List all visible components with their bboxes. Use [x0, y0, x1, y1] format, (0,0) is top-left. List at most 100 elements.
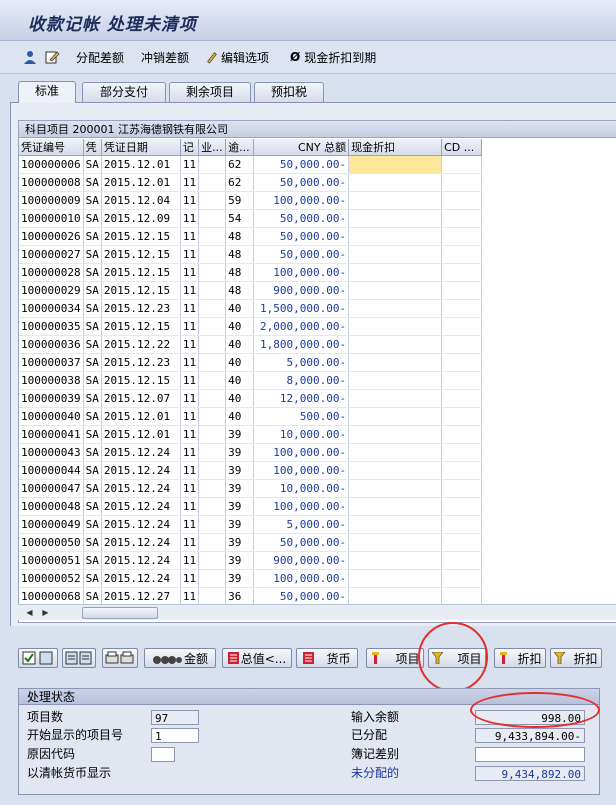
cash-discount-cell[interactable] — [348, 371, 443, 390]
table-row[interactable]: 100000038 SA 2015.12.15 11 40 8,000.00- — [19, 371, 483, 390]
list-button[interactable] — [62, 648, 96, 668]
cash-discount-cell[interactable] — [348, 227, 443, 246]
table-row[interactable]: 100000068 SA 2015.12.27 11 36 50,000.00- — [19, 587, 483, 606]
posting-difference-field[interactable] — [475, 747, 585, 762]
col-cash-discount[interactable]: 现金折扣 — [348, 139, 443, 156]
table-row[interactable]: 100000040 SA 2015.12.01 11 40 500.00- — [19, 407, 483, 426]
doc-date-cell: 2015.12.04 — [101, 191, 181, 210]
cash-discount-cell[interactable] — [348, 515, 443, 534]
table-row[interactable]: 100000010 SA 2015.12.09 11 54 50,000.00- — [19, 209, 483, 228]
table-row[interactable]: 100000039 SA 2015.12.07 11 40 12,000.00- — [19, 389, 483, 408]
cash-discount-cell[interactable] — [348, 299, 443, 318]
cash-discount-cell[interactable] — [348, 389, 443, 408]
cash-discount-cell[interactable] — [348, 497, 443, 516]
cash-discount-cell[interactable] — [348, 191, 443, 210]
table-row[interactable]: 100000049 SA 2015.12.24 11 39 5,000.00- — [19, 515, 483, 534]
cash-discount-cell[interactable] — [348, 461, 443, 480]
table-row[interactable]: 100000050 SA 2015.12.24 11 39 50,000.00- — [19, 533, 483, 552]
doc-type-cell: SA — [83, 245, 102, 264]
col-doc-type[interactable]: 凭 — [83, 139, 102, 156]
table-row[interactable]: 100000006 SA 2015.12.01 11 62 50,000.00- — [19, 155, 483, 174]
cash-discount-cell[interactable] — [348, 209, 443, 228]
doc-number-cell: 100000009 — [19, 191, 84, 210]
table-row[interactable]: 100000008 SA 2015.12.01 11 62 50,000.00- — [19, 173, 483, 192]
cd-cell — [441, 479, 483, 498]
cash-discount-cell[interactable] — [348, 533, 443, 552]
discount-button-1[interactable]: 折扣 — [494, 648, 546, 668]
distribute-difference-button[interactable]: 分配差额 — [76, 48, 124, 66]
doc-number-cell: 100000068 — [19, 587, 84, 606]
table-row[interactable]: 100000051 SA 2015.12.24 11 39 900,000.00- — [19, 551, 483, 570]
table-row[interactable]: 100000029 SA 2015.12.15 11 48 900,000.00- — [19, 281, 483, 300]
table-row[interactable]: 100000009 SA 2015.12.04 11 59 100,000.00- — [19, 191, 483, 210]
select-deselect-button[interactable] — [18, 648, 58, 668]
cd-cell — [441, 263, 483, 282]
doc-number-cell: 100000044 — [19, 461, 84, 480]
table-row[interactable]: 100000043 SA 2015.12.24 11 39 100,000.00- — [19, 443, 483, 462]
cash-discount-cell[interactable] — [348, 281, 443, 300]
table-row[interactable]: 100000034 SA 2015.12.23 11 40 1,500,000.00- — [19, 299, 483, 318]
cash-discount-cell[interactable] — [348, 569, 443, 588]
discount-button-2[interactable]: 折扣 — [550, 648, 602, 668]
table-row[interactable]: 100000041 SA 2015.12.01 11 39 10,000.00- — [19, 425, 483, 444]
table-row[interactable]: 100000052 SA 2015.12.24 11 39 100,000.00- — [19, 569, 483, 588]
table-row[interactable]: 100000028 SA 2015.12.15 11 48 100,000.00- — [19, 263, 483, 282]
cash-discount-cell[interactable] — [348, 245, 443, 264]
cash-discount-cell[interactable] — [348, 443, 443, 462]
edit-icon[interactable] — [44, 48, 60, 66]
amount-cell: 10,000.00- — [253, 479, 350, 498]
col-doc-number[interactable]: 凭证编号 — [19, 139, 84, 156]
col-posting-key[interactable]: 记 — [180, 139, 200, 156]
item-button-1[interactable]: 项目 — [366, 648, 424, 668]
tab-withholding-tax[interactable]: 预扣税 — [254, 82, 324, 102]
edit-options-button[interactable]: 编辑选项 — [205, 48, 269, 66]
cash-discount-cell[interactable] — [348, 263, 443, 282]
cash-discount-label: 现金折扣到期 — [304, 50, 377, 65]
doc-number-cell: 100000008 — [19, 173, 84, 192]
table-row[interactable]: 100000044 SA 2015.12.24 11 39 100,000.00- — [19, 461, 483, 480]
item-button-2[interactable]: 项目 — [428, 648, 486, 668]
cash-discount-due-button[interactable]: Ø 现金折扣到期 — [290, 48, 376, 66]
cash-discount-cell[interactable] — [348, 425, 443, 444]
writeoff-difference-button[interactable]: 冲销差额 — [141, 48, 189, 66]
tab-partial-payment[interactable]: 部分支付 — [82, 82, 166, 102]
col-overdue-days[interactable]: 逾... — [225, 139, 255, 156]
cash-discount-cell[interactable] — [348, 479, 443, 498]
cash-discount-cell[interactable] — [348, 335, 443, 354]
table-row[interactable]: 100000037 SA 2015.12.23 11 40 5,000.00- — [19, 353, 483, 372]
cash-discount-cell[interactable] — [348, 587, 443, 606]
cash-discount-cell[interactable] — [348, 551, 443, 570]
col-doc-date[interactable]: 凭证日期 — [101, 139, 181, 156]
person-icon[interactable] — [22, 48, 38, 66]
table-row[interactable]: 100000048 SA 2015.12.24 11 39 100,000.00- — [19, 497, 483, 516]
table-row[interactable]: 100000036 SA 2015.12.22 11 40 1,800,000.00- — [19, 335, 483, 354]
total-button[interactable]: 总值<... — [222, 648, 292, 668]
amount-button[interactable]: 金额 — [144, 648, 216, 668]
scroll-right-icon[interactable]: ▶ — [40, 607, 51, 618]
currency-button[interactable]: 货币 — [296, 648, 358, 668]
cash-discount-cell[interactable] — [348, 353, 443, 372]
overdue-days-cell: 48 — [225, 227, 255, 246]
first-item-field[interactable]: 1 — [151, 728, 199, 743]
col-cny-amount[interactable]: CNY 总额 — [253, 139, 350, 156]
cash-discount-cell[interactable] — [348, 155, 443, 174]
tab-standard[interactable]: 标准 — [18, 81, 76, 103]
doc-type-cell: SA — [83, 497, 102, 516]
tab-residual-items[interactable]: 剩余项目 — [169, 82, 251, 102]
col-cd[interactable]: CD ... — [441, 139, 483, 156]
cash-discount-cell[interactable] — [348, 317, 443, 336]
col-business-area[interactable]: 业... — [198, 139, 227, 156]
scroll-thumb[interactable] — [82, 607, 158, 619]
scroll-left-icon[interactable]: ◀ — [24, 607, 35, 618]
table-row[interactable]: 100000027 SA 2015.12.15 11 48 50,000.00- — [19, 245, 483, 264]
reason-code-field[interactable] — [151, 747, 175, 762]
amount-cell: 5,000.00- — [253, 515, 350, 534]
table-row[interactable]: 100000047 SA 2015.12.24 11 39 10,000.00- — [19, 479, 483, 498]
amount-cell: 50,000.00- — [253, 533, 350, 552]
print-button[interactable] — [102, 648, 138, 668]
horizontal-scrollbar[interactable]: ◀ ▶ — [18, 604, 616, 620]
cash-discount-cell[interactable] — [348, 173, 443, 192]
table-row[interactable]: 100000035 SA 2015.12.15 11 40 2,000,000.00- — [19, 317, 483, 336]
cash-discount-cell[interactable] — [348, 407, 443, 426]
table-row[interactable]: 100000026 SA 2015.12.15 11 48 50,000.00- — [19, 227, 483, 246]
